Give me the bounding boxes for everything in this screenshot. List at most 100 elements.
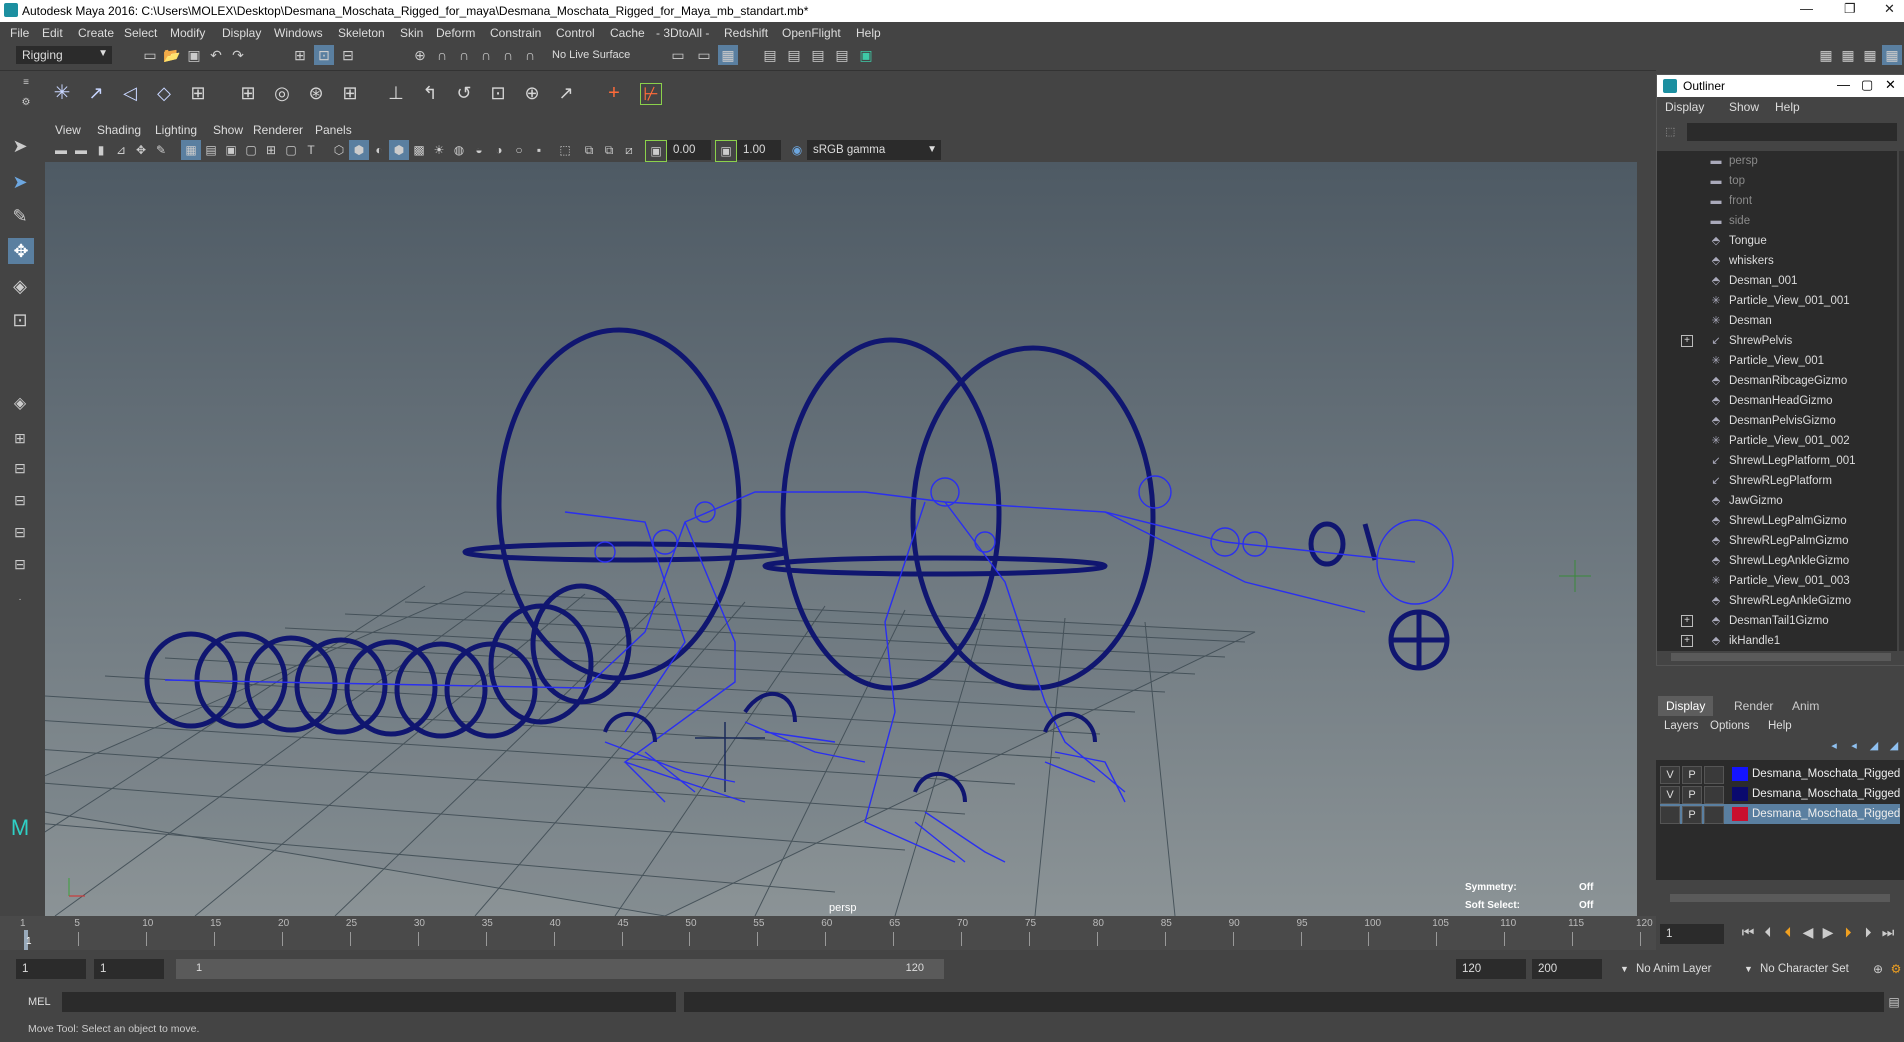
menu-set-dropdown[interactable]: Rigging ▼: [16, 46, 112, 64]
hypershade-icon[interactable]: ▣: [856, 45, 876, 65]
layer-menu-layers[interactable]: Layers: [1664, 720, 1699, 732]
snap-point-icon[interactable]: ∩: [454, 45, 474, 65]
layer-row[interactable]: V P Desmana_Moschata_Rigged_: [1660, 784, 1900, 804]
parent-constraint-icon[interactable]: ⊕: [522, 83, 542, 103]
xray-icon[interactable]: ⧉: [579, 140, 599, 160]
layer-visibility-toggle[interactable]: [1660, 806, 1680, 824]
layer-tab-anim[interactable]: Anim: [1784, 696, 1827, 716]
outliner-item[interactable]: ✳ Particle_View_001: [1657, 351, 1897, 371]
menu-display[interactable]: Display: [222, 26, 261, 40]
outliner-item[interactable]: ⬘ ShrewLLegAnkleGizmo: [1657, 551, 1897, 571]
wireframe-icon[interactable]: ⬡: [329, 140, 349, 160]
outliner-item[interactable]: ▬ front: [1657, 191, 1897, 211]
outliner-item[interactable]: ▬ persp: [1657, 151, 1897, 171]
vp-menu-show[interactable]: Show: [213, 123, 243, 137]
mirror-joint-icon[interactable]: ◇: [154, 83, 174, 103]
character-set-dropdown[interactable]: ▼ No Character Set: [1744, 959, 1866, 979]
lights-icon[interactable]: ☀: [429, 140, 449, 160]
layer-display-type-toggle[interactable]: [1704, 786, 1724, 804]
resolution-gate-icon[interactable]: ▣: [221, 140, 241, 160]
redo-icon[interactable]: ↷: [228, 45, 248, 65]
default-material-icon[interactable]: ◐: [369, 140, 389, 160]
layer-display-type-toggle[interactable]: [1704, 766, 1724, 784]
auto-key-icon[interactable]: ⊕: [1868, 959, 1888, 979]
outliner-list[interactable]: ▬ persp ▬ top ▬ front ▬ side ⬘ Tongue ⬘ whiskers ⬘ De…: [1657, 151, 1897, 651]
joint-tool-icon[interactable]: ✳: [52, 83, 72, 103]
snap-grid-icon[interactable]: ⊕: [410, 45, 430, 65]
channel-box-icon[interactable]: ▦: [1838, 45, 1858, 65]
construction-history-icon[interactable]: ▦: [718, 45, 738, 65]
orient-constraint-icon[interactable]: ↺: [454, 83, 474, 103]
save-scene-icon[interactable]: ▣: [184, 45, 204, 65]
outliner-close-icon[interactable]: ✕: [1885, 77, 1896, 93]
menu-file[interactable]: File: [10, 26, 29, 40]
open-scene-icon[interactable]: 📂: [162, 45, 182, 65]
outliner-scrollbar[interactable]: [1899, 151, 1904, 651]
outliner-menu-show[interactable]: Show: [1729, 100, 1759, 114]
vp-menu-renderer[interactable]: Renderer: [253, 123, 303, 137]
undo-icon[interactable]: ↶: [206, 45, 226, 65]
single-perspective-icon[interactable]: ◈: [10, 394, 30, 414]
shelf-menu-icon[interactable]: ≡: [16, 73, 36, 93]
outliner-item[interactable]: ⬘ ShrewRLegPalmGizmo: [1657, 531, 1897, 551]
vp-menu-shading[interactable]: Shading: [97, 123, 141, 137]
range-slider[interactable]: 1 120: [176, 959, 944, 979]
select-camera-icon[interactable]: ▬: [51, 140, 71, 160]
new-layer-selected-icon[interactable]: ◢: [1884, 736, 1904, 756]
outliner-item[interactable]: ⬘ JawGizmo: [1657, 491, 1897, 511]
new-layer-icon[interactable]: ◢: [1864, 736, 1884, 756]
menu-redshift[interactable]: Redshift: [724, 26, 768, 40]
rotate-tool-icon[interactable]: ◈: [10, 276, 30, 296]
image-plane-icon[interactable]: ⊿: [111, 140, 131, 160]
film-gate-icon[interactable]: ▤: [201, 140, 221, 160]
exposure-field[interactable]: 0.00: [667, 140, 711, 160]
outliner-item[interactable]: + ⬘ ikHandle1: [1657, 631, 1897, 651]
vp-menu-view[interactable]: View: [55, 123, 81, 137]
outliner-item[interactable]: + ⬘ DesmanTail1Gizmo: [1657, 611, 1897, 631]
layer-playback-toggle[interactable]: P: [1682, 806, 1702, 824]
step-back-key-icon[interactable]: ⏴: [1778, 922, 1798, 942]
move-layer-down-icon[interactable]: ◂: [1844, 736, 1864, 756]
camera-attributes-icon[interactable]: ▬: [71, 140, 91, 160]
live-surface-label[interactable]: No Live Surface: [552, 49, 630, 61]
layer-tab-render[interactable]: Render: [1726, 696, 1781, 716]
render-frame-icon[interactable]: ▤: [760, 45, 780, 65]
point-constraint-icon[interactable]: ⊥: [386, 83, 406, 103]
layer-color-swatch[interactable]: [1732, 807, 1748, 821]
depth-of-field-icon[interactable]: ▪: [529, 140, 549, 160]
minimize-icon[interactable]: —: [1800, 1, 1813, 16]
outliner-hscrollbar[interactable]: [1671, 653, 1891, 661]
layer-color-swatch[interactable]: [1732, 787, 1748, 801]
render-view-icon[interactable]: ▤: [784, 45, 804, 65]
layer-menu-options[interactable]: Options: [1710, 720, 1750, 732]
outliner-search-input[interactable]: [1687, 123, 1897, 141]
anim-layer-dropdown[interactable]: ▼ No Anim Layer: [1620, 959, 1740, 979]
shadows-icon[interactable]: ◍: [449, 140, 469, 160]
layer-visibility-toggle[interactable]: V: [1660, 766, 1680, 784]
bind-skin-icon[interactable]: ⊞: [188, 83, 208, 103]
menu-constrain[interactable]: Constrain: [490, 26, 541, 40]
menu-deform[interactable]: Deform: [436, 26, 475, 40]
exposure-icon[interactable]: ▣: [645, 140, 667, 162]
safe-action-icon[interactable]: ▢: [281, 140, 301, 160]
bookmark-icon[interactable]: ▮: [91, 140, 111, 160]
four-view-icon[interactable]: ⊞: [10, 428, 30, 448]
outliner-item[interactable]: ⬘ ShrewRLegAnkleGizmo: [1657, 591, 1897, 611]
ipr-icon[interactable]: ▤: [808, 45, 828, 65]
menu-select[interactable]: Select: [124, 26, 157, 40]
wrap-icon[interactable]: ⊛: [306, 83, 326, 103]
outliner-item[interactable]: ⬘ ShrewLLegPalmGizmo: [1657, 511, 1897, 531]
cluster-icon[interactable]: ◎: [272, 83, 292, 103]
outliner-menu-help[interactable]: Help: [1775, 100, 1800, 114]
xray-joints-icon[interactable]: ⧄: [619, 140, 639, 160]
paint-select-icon[interactable]: ✎: [10, 206, 30, 226]
outliner-item[interactable]: ✳ Particle_View_001_002: [1657, 431, 1897, 451]
blend-shape-icon[interactable]: ⊞: [340, 83, 360, 103]
input-output-icon[interactable]: ▭: [694, 45, 714, 65]
textured-icon[interactable]: ▩: [409, 140, 429, 160]
outliner-item[interactable]: ✳ Desman: [1657, 311, 1897, 331]
move-tool-icon[interactable]: ✥: [8, 238, 34, 264]
layer-menu-help[interactable]: Help: [1768, 720, 1792, 732]
outliner-item[interactable]: ↙ ShrewRLegPlatform: [1657, 471, 1897, 491]
outliner-item[interactable]: ⬘ DesmanHeadGizmo: [1657, 391, 1897, 411]
